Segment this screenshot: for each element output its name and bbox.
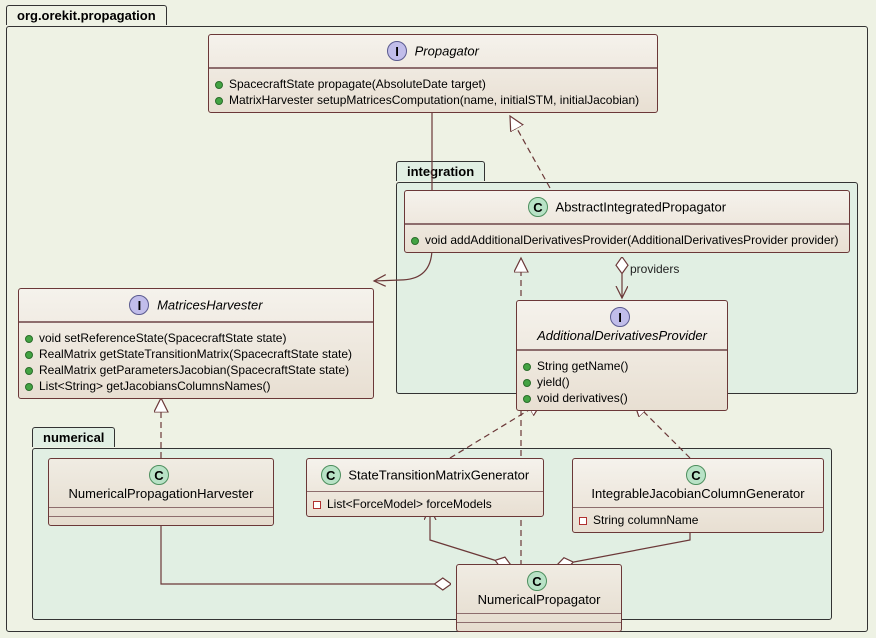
class-member: List<String> getJacobiansColumnsNames() (39, 379, 270, 393)
class-icon: C (528, 197, 548, 217)
public-icon (215, 97, 223, 105)
class-state-transition-matrix-generator: C StateTransitionMatrixGenerator List<Fo… (306, 458, 544, 517)
class-name: IntegrableJacobianColumnGenerator (591, 486, 804, 501)
interface-matrices-harvester: I MatricesHarvester void setReferenceSta… (18, 288, 374, 399)
public-icon (523, 379, 531, 387)
relation-label-providers: providers (630, 262, 679, 276)
class-name: AbstractIntegratedPropagator (556, 200, 727, 215)
public-icon (523, 395, 531, 403)
public-icon (215, 81, 223, 89)
public-icon (25, 367, 33, 375)
private-icon (313, 501, 321, 509)
class-member: String columnName (593, 513, 698, 527)
interface-icon: I (129, 295, 149, 315)
interface-additional-derivatives-provider: I AdditionalDerivativesProvider String g… (516, 300, 728, 411)
class-member: SpacecraftState propagate(AbsoluteDate t… (229, 77, 486, 91)
class-member: void derivatives() (537, 391, 628, 405)
class-name: Propagator (415, 44, 479, 59)
class-member: yield() (537, 375, 570, 389)
public-icon (25, 335, 33, 343)
class-member: List<ForceModel> forceModels (327, 497, 492, 511)
class-member: MatrixHarvester setupMatricesComputation… (229, 93, 639, 107)
interface-icon: I (387, 41, 407, 61)
package-label: org.orekit.propagation (6, 5, 167, 25)
interface-icon: I (610, 307, 630, 327)
class-icon: C (321, 465, 341, 485)
public-icon (523, 363, 531, 371)
public-icon (25, 383, 33, 391)
class-member: RealMatrix getParametersJacobian(Spacecr… (39, 363, 349, 377)
class-name: StateTransitionMatrixGenerator (348, 468, 529, 483)
class-member: void addAdditionalDerivativesProvider(Ad… (425, 233, 839, 247)
public-icon (25, 351, 33, 359)
class-numerical-propagation-harvester: C NumericalPropagationHarvester (48, 458, 274, 526)
class-icon: C (527, 571, 547, 591)
interface-propagator: I Propagator SpacecraftState propagate(A… (208, 34, 658, 113)
class-member: RealMatrix getStateTransitionMatrix(Spac… (39, 347, 352, 361)
public-icon (411, 237, 419, 245)
private-icon (579, 517, 587, 525)
class-icon: C (149, 465, 169, 485)
class-numerical-propagator: C NumericalPropagator (456, 564, 622, 632)
class-name: NumericalPropagationHarvester (69, 486, 254, 501)
class-abstract-integrated-propagator: C AbstractIntegratedPropagator void addA… (404, 190, 850, 253)
class-member: void setReferenceState(SpacecraftState s… (39, 331, 286, 345)
package-label: integration (396, 161, 485, 181)
class-icon: C (686, 465, 706, 485)
class-name: NumericalPropagator (478, 592, 601, 607)
class-integrable-jacobian-column-generator: C IntegrableJacobianColumnGenerator Stri… (572, 458, 824, 533)
class-name: MatricesHarvester (157, 298, 262, 313)
class-name: AdditionalDerivativesProvider (537, 328, 707, 343)
package-label: numerical (32, 427, 115, 447)
class-member: String getName() (537, 359, 628, 373)
